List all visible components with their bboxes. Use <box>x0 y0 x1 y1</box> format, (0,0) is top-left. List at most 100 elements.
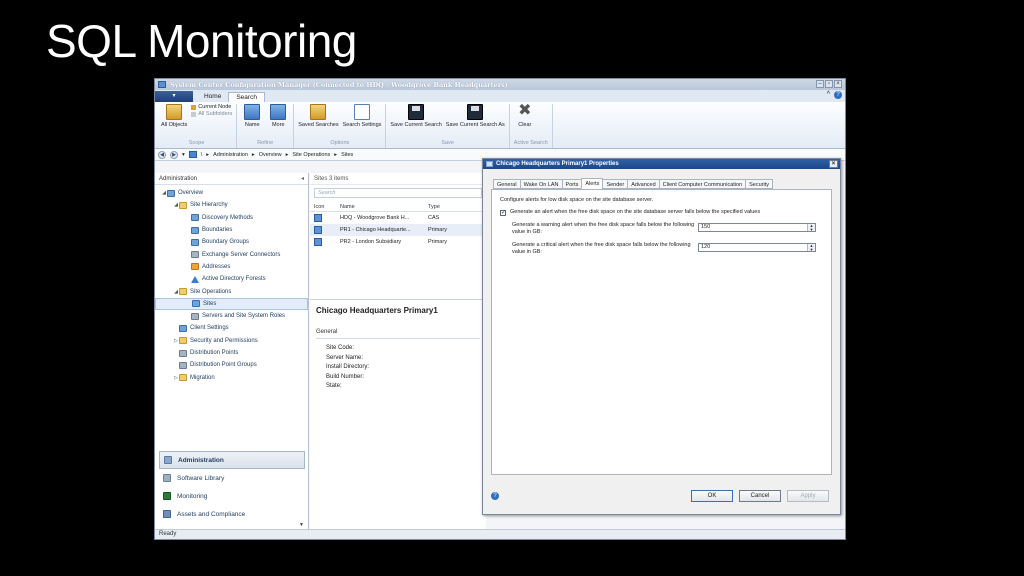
workspace-monitoring[interactable]: Monitoring <box>159 487 305 505</box>
column-icon[interactable]: Icon <box>310 202 340 211</box>
maximize-button[interactable]: ▫ <box>825 80 833 88</box>
crumb-administration[interactable]: Administration <box>213 152 248 158</box>
tab-client-computer-communication[interactable]: Client Computer Communication <box>658 179 747 189</box>
search-settings-button[interactable]: Search Settings <box>343 104 381 129</box>
tab-security[interactable]: Security <box>745 179 774 189</box>
saved-searches-button[interactable]: Saved Searches <box>298 104 339 129</box>
crumb-separator: ▸ <box>334 151 338 158</box>
crumb-site-operations[interactable]: Site Operations <box>292 152 330 158</box>
crumb-separator: ▸ <box>285 151 289 158</box>
nav-item-site-hierarchy[interactable]: ◢ Site Hierarchy <box>155 199 308 211</box>
more-button[interactable]: More <box>267 104 289 129</box>
app-menu-button[interactable]: ▾ <box>155 91 193 102</box>
nav-item-migration[interactable]: ▷ Migration <box>155 371 308 383</box>
blue-icon <box>191 238 199 246</box>
column-name[interactable]: Name <box>340 202 428 211</box>
nav-item-sites[interactable]: Sites <box>155 297 308 310</box>
help-icon[interactable]: ? <box>491 492 499 500</box>
blue-icon <box>192 300 200 308</box>
column-type[interactable]: Type <box>428 202 478 211</box>
nav-item-boundaries[interactable]: Boundaries <box>155 224 308 236</box>
list-header: Sites 3 items <box>310 173 486 185</box>
apply-button[interactable]: Apply <box>787 490 829 502</box>
cancel-button[interactable]: Cancel <box>739 490 781 502</box>
nav-item-distribution-points[interactable]: Distribution Points <box>155 347 308 359</box>
all-objects-button[interactable]: All Objects <box>161 104 187 129</box>
clear-button[interactable]: ✖ Clear <box>514 103 536 129</box>
nav-item-exchange-server-connectors[interactable]: Exchange Server Connectors <box>155 248 308 260</box>
ok-button[interactable]: OK <box>691 490 733 502</box>
back-button[interactable]: ◀ <box>158 150 166 159</box>
table-row[interactable]: PR2 - London Subsidiary Primary <box>310 236 486 248</box>
save-current-search-as-button[interactable]: Save Current Search As <box>446 104 505 129</box>
ribbon-group-save: Save Current Search Save Current Search … <box>386 104 510 148</box>
ribbon-group-active-search: ✖ Clear Active Search <box>510 103 553 148</box>
grid-header: Icon Name Type <box>310 202 486 212</box>
workspace-assets-and-compliance[interactable]: Assets and Compliance <box>159 505 305 523</box>
generate-alert-checkbox[interactable]: ✓ Generate an alert when the free disk s… <box>500 209 823 216</box>
title-bar: System Center Configuration Manager (Con… <box>155 79 845 90</box>
workspace-software-library[interactable]: Software Library <box>159 469 305 487</box>
collapse-pane-icon[interactable]: ◂ <box>301 173 304 185</box>
nav-item-overview[interactable]: ◢ Overview <box>155 187 308 199</box>
nav-item-distribution-point-groups[interactable]: Distribution Point Groups <box>155 359 308 371</box>
forward-button[interactable]: ▶ <box>170 150 178 159</box>
current-node-option[interactable]: Current Node <box>191 104 232 110</box>
tab-advanced[interactable]: Advanced <box>627 179 660 189</box>
ribbon-group-refine: Name More Refine <box>237 104 295 148</box>
details-title: Chicago Headquarters Primary1 <box>316 306 438 315</box>
dialog-close-button[interactable]: × <box>829 160 838 168</box>
properties-dialog: Chicago Headquarters Primary1 Properties… <box>482 158 841 515</box>
crumb-sites[interactable]: Sites <box>341 152 353 158</box>
tab-home[interactable]: Home <box>197 92 228 102</box>
table-row[interactable]: HDQ - Woodgrove Bank H... CAS <box>310 212 486 224</box>
chevron-down-icon[interactable]: ▼ <box>299 522 304 528</box>
nav-tree: ◢ Overview ◢ Site Hierarchy Discovery Method… <box>155 185 308 384</box>
nav-item-boundary-groups[interactable]: Boundary Groups <box>155 236 308 248</box>
nav-item-servers-and-site-system-roles[interactable]: Servers and Site System Roles <box>155 310 308 322</box>
tab-ports[interactable]: Ports <box>561 179 583 189</box>
save-current-search-button[interactable]: Save Current Search <box>390 104 442 129</box>
nav-item-label: Migration <box>190 374 215 381</box>
checkbox-icon[interactable]: ✓ <box>500 210 506 216</box>
nav-item-addresses[interactable]: Addresses <box>155 261 308 273</box>
spinner-arrows-icon[interactable]: ▲ ▼ <box>807 224 815 231</box>
nav-item-active-directory-forests[interactable]: Active Directory Forests <box>155 273 308 285</box>
table-row[interactable]: PR1 - Chicago Headquarte... Primary <box>310 224 486 236</box>
crumb-overview[interactable]: Overview <box>259 152 282 158</box>
spinner-arrows-icon[interactable]: ▲ ▼ <box>807 244 815 251</box>
alerts-intro: Configure alerts for low disk space on t… <box>500 197 654 203</box>
nav-item-client-settings[interactable]: Client Settings <box>155 322 308 334</box>
nav-item-security-and-permissions[interactable]: ▷ Security and Permissions <box>155 335 308 347</box>
nav-item-label: Distribution Point Groups <box>190 362 257 369</box>
ribbon-collapse-icon[interactable]: ^ <box>827 91 830 99</box>
blue-icon <box>179 324 187 332</box>
nav-item-label: Discovery Methods <box>202 214 254 221</box>
monitoring-icon <box>163 492 171 500</box>
warning-value-input[interactable]: 150 ▲ ▼ <box>698 223 816 232</box>
tab-general[interactable]: General <box>493 179 521 189</box>
group-label-scope: Scope <box>188 140 205 146</box>
critical-value-input[interactable]: 120 ▲ ▼ <box>698 243 816 252</box>
help-icon[interactable]: ? <box>834 91 842 99</box>
workspace-administration[interactable]: Administration <box>159 451 305 469</box>
nav-item-site-operations[interactable]: ◢ Site Operations <box>155 285 308 297</box>
nav-item-label: Boundary Groups <box>202 239 250 246</box>
crumb-root[interactable]: \ <box>201 152 203 158</box>
name-button[interactable]: Name <box>241 104 263 129</box>
nav-item-label: Site Hierarchy <box>190 202 228 209</box>
search-input[interactable]: Search <box>314 188 482 198</box>
nav-item-discovery-methods[interactable]: Discovery Methods <box>155 212 308 224</box>
minimize-button[interactable]: – <box>816 80 824 88</box>
nav-item-label: Addresses <box>202 263 231 270</box>
tab-search[interactable]: Search <box>228 92 265 102</box>
tab-sender[interactable]: Sender <box>602 179 629 189</box>
group-label-save: Save <box>441 140 454 146</box>
all-subfolders-option[interactable]: All Subfolders <box>191 111 232 117</box>
history-dropdown[interactable]: ▾ <box>182 152 185 158</box>
tab-alerts[interactable]: Alerts <box>581 178 604 189</box>
critical-field: Generate a critical alert when the free … <box>512 242 823 255</box>
dialog-title: Chicago Headquarters Primary1 Properties <box>496 161 619 167</box>
tab-wake-on-lan[interactable]: Wake On LAN <box>519 179 563 189</box>
close-button[interactable]: × <box>834 80 842 88</box>
